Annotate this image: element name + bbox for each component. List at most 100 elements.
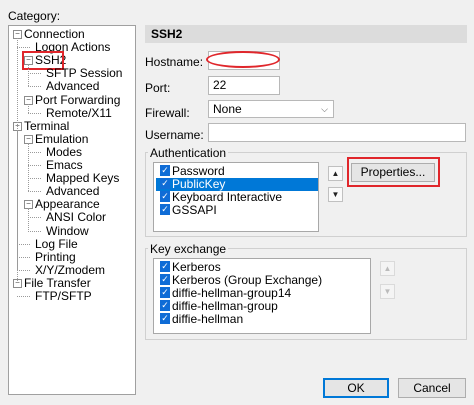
auth-move-down-button[interactable]: ▼ bbox=[328, 187, 343, 202]
port-input[interactable]: 22 bbox=[208, 76, 280, 95]
tree-item-label: Connection bbox=[24, 27, 85, 41]
tree-item[interactable]: Remote/X11 bbox=[46, 105, 112, 120]
tree-item[interactable]: Window bbox=[46, 223, 89, 238]
kex-move-up-button[interactable]: ▲ bbox=[380, 261, 395, 276]
chevron-down-icon: ⌵ bbox=[321, 104, 328, 114]
tree-item-label: Window bbox=[46, 223, 89, 238]
checkbox-checked-icon[interactable]: ✓ bbox=[160, 274, 170, 285]
tree-item[interactable]: Terminal bbox=[24, 118, 70, 133]
tree-connector bbox=[28, 178, 41, 180]
list-item-label: GSSAPI bbox=[172, 203, 217, 217]
firewall-select[interactable]: None ⌵ bbox=[208, 100, 334, 118]
tree-item[interactable]: Emacs bbox=[46, 159, 83, 172]
category-tree[interactable]: Connection − Logon Actions SSH2− SFTP Sessio… bbox=[8, 25, 136, 395]
tree-item-label: Mapped Keys bbox=[46, 171, 120, 186]
checkbox-checked-icon[interactable]: ✓ bbox=[160, 178, 170, 189]
arrow-down-icon: ▼ bbox=[383, 287, 392, 296]
tree-item-label: File Transfer bbox=[24, 275, 91, 290]
checkbox-checked-icon[interactable]: ✓ bbox=[160, 204, 170, 215]
tree-item[interactable]: Connection bbox=[24, 28, 85, 41]
tree-item[interactable]: ANSI Color bbox=[46, 211, 106, 224]
hostname-highlight-ellipse bbox=[206, 51, 280, 68]
tree-connector bbox=[17, 296, 30, 297]
hostname-label: Hostname: bbox=[145, 55, 204, 69]
tree-connector bbox=[28, 142, 29, 192]
tree-connector bbox=[17, 243, 30, 245]
tree-item[interactable]: Log File bbox=[35, 236, 78, 251]
checkbox-checked-icon[interactable]: ✓ bbox=[160, 261, 170, 272]
tree-connector bbox=[28, 73, 41, 75]
tree-item-label: Emacs bbox=[46, 158, 83, 172]
tree-item-label: Remote/X11 bbox=[46, 105, 112, 120]
tree-item-label: Advanced bbox=[46, 184, 100, 199]
tree-item-label: Modes bbox=[46, 144, 83, 159]
username-input[interactable] bbox=[208, 123, 466, 142]
checkbox-checked-icon[interactable]: ✓ bbox=[160, 300, 170, 311]
tree-item-label: FTP/SFTP bbox=[35, 289, 92, 303]
tree-connector bbox=[28, 208, 29, 231]
firewall-label: Firewall: bbox=[145, 106, 190, 120]
checkbox-checked-icon[interactable]: ✓ bbox=[160, 165, 170, 176]
tree-item-label: Appearance bbox=[35, 197, 100, 212]
auth-move-up-button[interactable]: ▲ bbox=[328, 166, 343, 181]
list-item[interactable]: ✓ Kerberos bbox=[156, 261, 221, 274]
tree-connector bbox=[28, 217, 41, 219]
key-exchange-title: Key exchange bbox=[148, 242, 229, 256]
list-item[interactable]: ✓ Kerberos (Group Exchange) bbox=[156, 274, 322, 287]
tree-item-label: Terminal bbox=[24, 118, 70, 133]
tree-item[interactable]: Advanced bbox=[46, 185, 99, 198]
checkbox-checked-icon[interactable]: ✓ bbox=[160, 313, 170, 324]
username-label: Username: bbox=[145, 128, 204, 142]
tree-connector bbox=[28, 230, 41, 232]
list-item[interactable]: ✓ Password bbox=[156, 165, 225, 178]
arrow-down-icon: ▼ bbox=[331, 190, 340, 199]
ok-button[interactable]: OK bbox=[323, 378, 389, 398]
tree-connector bbox=[28, 86, 41, 88]
list-item[interactable]: ✓ diffie-hellman-group bbox=[156, 300, 278, 313]
tree-item-label: SFTP Session bbox=[46, 66, 123, 81]
tree-connector bbox=[17, 129, 18, 270]
tree-item[interactable]: Emulation bbox=[35, 131, 89, 146]
tree-item-label: Emulation bbox=[35, 131, 89, 146]
tree-connector bbox=[28, 191, 41, 193]
tree-item[interactable]: Port Forwarding bbox=[35, 92, 121, 107]
tree-item[interactable]: Advanced bbox=[46, 80, 99, 93]
authentication-title: Authentication bbox=[148, 146, 229, 160]
list-item[interactable]: ✓ Keyboard Interactive bbox=[156, 191, 282, 204]
authentication-list[interactable]: ✓ Password ✓ PublicKey ✓ Keyboard Interactive… bbox=[153, 162, 319, 232]
kex-move-down-button[interactable]: ▼ bbox=[380, 284, 395, 299]
tree-connector bbox=[17, 47, 30, 49]
arrow-up-icon: ▲ bbox=[383, 264, 392, 273]
tree-item-label: Log File bbox=[35, 236, 78, 251]
tree-connector bbox=[17, 256, 30, 258]
panel-title: SSH2 bbox=[145, 25, 467, 43]
list-item[interactable]: ✓ diffie-hellman bbox=[156, 313, 243, 326]
checkbox-checked-icon[interactable]: ✓ bbox=[160, 287, 170, 298]
key-exchange-list[interactable]: ✓ Kerberos ✓ Kerberos (Group Exchange) ✓ diff… bbox=[153, 258, 371, 334]
tree-item[interactable]: Appearance bbox=[35, 198, 100, 211]
tree-item[interactable]: Printing bbox=[35, 249, 76, 264]
tree-connector bbox=[28, 112, 41, 114]
cancel-button[interactable]: Cancel bbox=[398, 378, 466, 398]
tree-connector bbox=[28, 64, 29, 87]
tree-item-label: Printing bbox=[35, 249, 76, 264]
checkbox-checked-icon[interactable]: ✓ bbox=[160, 191, 170, 202]
list-item[interactable]: ✓ diffie-hellman-group14 bbox=[156, 287, 291, 300]
tree-connector bbox=[17, 269, 30, 271]
tree-connector bbox=[28, 151, 41, 153]
tree-item[interactable]: Mapped Keys bbox=[46, 172, 119, 185]
tree-item-label: Advanced bbox=[46, 79, 100, 94]
tree-item[interactable]: Modes bbox=[46, 144, 83, 159]
properties-button[interactable]: Properties... bbox=[351, 163, 435, 182]
tree-item[interactable]: File Transfer bbox=[24, 275, 91, 290]
port-label: Port: bbox=[145, 81, 171, 95]
firewall-selected-value: None bbox=[213, 102, 242, 116]
arrow-up-icon: ▲ bbox=[331, 169, 340, 178]
tree-item-label: Port Forwarding bbox=[35, 92, 121, 107]
list-item[interactable]: ✓ GSSAPI bbox=[156, 204, 217, 217]
list-item-label: diffie-hellman bbox=[172, 312, 244, 326]
tree-item[interactable]: X/Y/Zmodem bbox=[35, 262, 106, 277]
tree-item-label: X/Y/Zmodem bbox=[35, 262, 106, 277]
tree-item[interactable]: SFTP Session bbox=[46, 67, 122, 80]
tree-item[interactable]: FTP/SFTP bbox=[35, 290, 92, 303]
